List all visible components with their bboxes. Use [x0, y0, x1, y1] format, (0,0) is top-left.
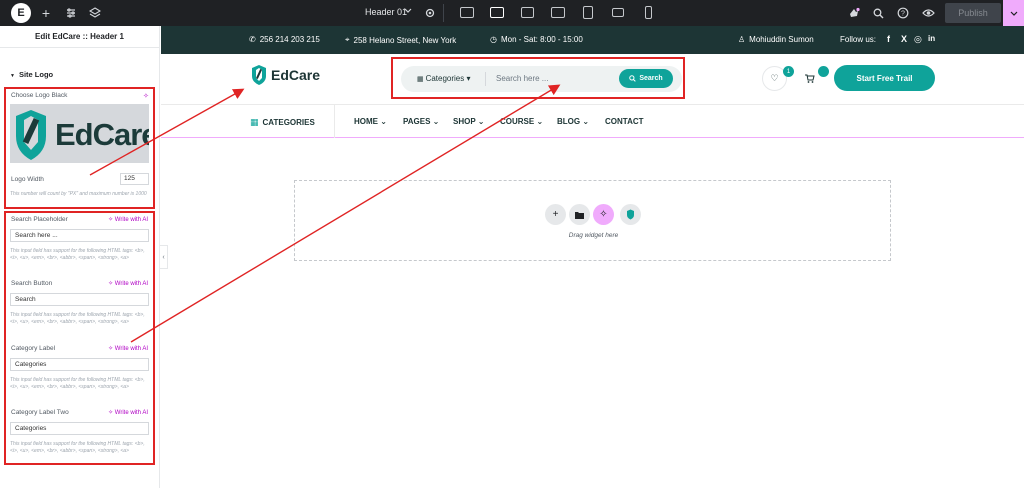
desktop-view-icon[interactable]: [460, 7, 474, 18]
tablet-landscape-view-icon[interactable]: [551, 7, 565, 18]
nav-item-label: PAGES: [403, 117, 431, 126]
ai-sparkle-icon[interactable]: ✧: [593, 204, 614, 225]
widescreen-view-icon[interactable]: [521, 7, 534, 18]
add-element-icon[interactable]: +: [37, 4, 55, 22]
phone-info[interactable]: ✆ 256 214 203 215: [249, 35, 320, 44]
hours-info: ◷ Mon - Sat: 8:00 - 15:00: [490, 35, 583, 44]
site-logo-text: EdCare: [271, 67, 321, 83]
folder-icon[interactable]: [569, 204, 590, 225]
wishlist-count-badge: 1: [783, 66, 794, 77]
chevron-down-icon: ⌄: [432, 117, 440, 126]
annotation-box-search-fields: [4, 211, 155, 465]
nav-item-shop[interactable]: SHOP ⌄: [453, 117, 484, 126]
chevron-down-icon: ⌄: [536, 117, 544, 126]
chevron-down-icon: ⌄: [477, 117, 485, 126]
add-widget-icon[interactable]: +: [545, 204, 566, 225]
nav-categories-button[interactable]: ▦ CATEGORIES: [250, 117, 315, 128]
editor-top-bar: E + Header 01 ? Publish: [0, 0, 1024, 26]
follow-label: Follow us:: [840, 35, 877, 44]
toolbar-divider: [443, 4, 444, 22]
gear-icon[interactable]: [421, 4, 439, 22]
template-name-dropdown[interactable]: Header 01: [365, 7, 407, 17]
help-icon[interactable]: ?: [894, 4, 912, 22]
nav-item-course[interactable]: COURSE ⌄: [500, 117, 543, 126]
publish-button[interactable]: Publish: [945, 3, 1001, 23]
section-title-site-logo[interactable]: ▼ Site Logo: [10, 70, 53, 79]
linkedin-icon[interactable]: in: [928, 34, 935, 43]
cart-count-badge: [818, 66, 829, 77]
nav-categories-label: CATEGORIES: [262, 118, 315, 127]
address-text: 258 Helano Street, New York: [353, 35, 457, 45]
annotation-box-searchbar: [391, 57, 685, 99]
nav-item-home[interactable]: HOME ⌄: [354, 117, 387, 126]
x-twitter-icon[interactable]: X: [901, 34, 907, 44]
chevron-down-icon: ⌄: [380, 117, 387, 126]
structure-layers-icon[interactable]: [86, 4, 104, 22]
preview-eye-icon[interactable]: [919, 4, 937, 22]
drag-widget-text: Drag widget here: [568, 232, 619, 239]
site-logo[interactable]: EdCare: [250, 64, 320, 86]
site-settings-icon[interactable]: [62, 4, 80, 22]
header-info-bar: ✆ 256 214 203 215 ⌖ 258 Helano Street, New…: [161, 26, 1024, 54]
laptop-view-icon[interactable]: [490, 7, 504, 18]
user-info[interactable]: ♙ Mohiuddin Sumon: [738, 35, 814, 44]
mobile-view-icon[interactable]: [645, 6, 652, 19]
search-icon[interactable]: [869, 4, 887, 22]
main-navigation: ▦ CATEGORIES HOME ⌄ PAGES ⌄ SHOP ⌄ COURSE…: [161, 104, 1024, 138]
nav-item-label: BLOG: [557, 117, 581, 126]
mobile-landscape-view-icon[interactable]: [612, 8, 624, 17]
nav-item-label: COURSE: [500, 117, 535, 126]
svg-text:?: ?: [901, 11, 905, 18]
phone-text: 256 214 203 215: [259, 35, 320, 44]
edcare-widget-icon[interactable]: [620, 204, 641, 225]
notifications-icon[interactable]: [845, 4, 863, 22]
publish-options-chevron-icon[interactable]: [1003, 0, 1024, 26]
chevron-down-icon: ⌄: [582, 117, 590, 126]
nav-item-label: SHOP: [453, 117, 476, 126]
location-pin-icon: ⌖: [345, 35, 350, 44]
annotation-box-logo: [4, 87, 155, 209]
elementor-logo-icon[interactable]: E: [11, 3, 31, 23]
nav-item-pages[interactable]: PAGES ⌄: [403, 117, 439, 126]
panel-title: Edit EdCare :: Header 1: [0, 26, 159, 48]
nav-divider: [334, 105, 335, 138]
hours-text: Mon - Sat: 8:00 - 15:00: [500, 35, 583, 44]
widget-drop-zone[interactable]: + ✧ Drag widget here: [294, 180, 891, 261]
nav-item-label: HOME: [354, 117, 378, 126]
address-info: ⌖ 258 Helano Street, New York: [345, 35, 456, 45]
start-free-trial-button[interactable]: Start Free Trail: [834, 65, 935, 91]
grid-icon: ▦: [250, 117, 259, 127]
section-title-label: Site Logo: [18, 70, 54, 79]
edcare-logo-mark-icon: [252, 65, 266, 85]
instagram-icon[interactable]: ◎: [914, 34, 922, 45]
nav-item-contact[interactable]: CONTACT: [605, 117, 644, 126]
phone-icon: ✆: [249, 35, 256, 44]
user-icon: ♙: [738, 35, 746, 44]
chevron-down-icon[interactable]: [404, 6, 412, 16]
facebook-icon[interactable]: f: [887, 34, 890, 44]
nav-item-blog[interactable]: BLOG ⌄: [557, 117, 589, 126]
tablet-view-icon[interactable]: [583, 6, 593, 19]
clock-icon: ◷: [490, 35, 497, 44]
user-name: Mohiuddin Sumon: [749, 35, 814, 44]
